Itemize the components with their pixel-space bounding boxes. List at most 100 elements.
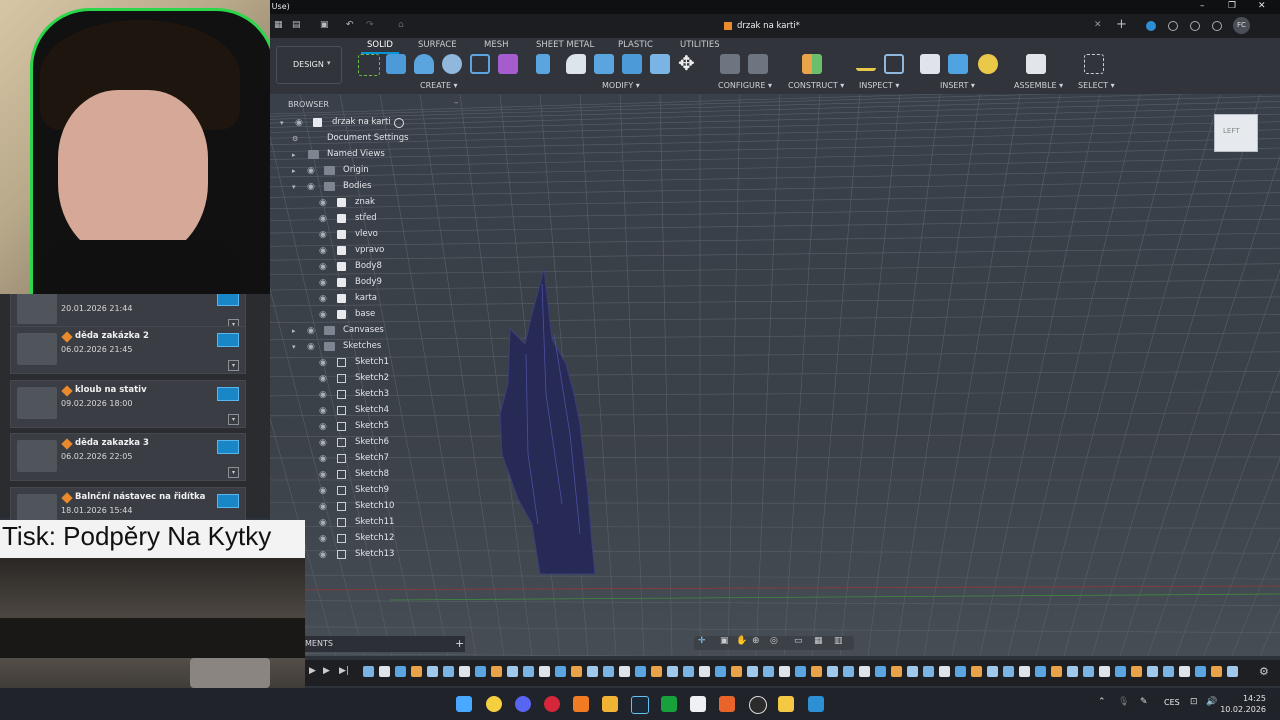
visibility-eye-icon[interactable]: ◉ xyxy=(319,375,330,384)
visibility-eye-icon[interactable]: ◉ xyxy=(319,311,330,320)
inspect-menu[interactable]: INSPECT ▾ xyxy=(859,81,899,90)
sketch-item[interactable]: Sketch1 xyxy=(355,354,389,370)
steam-icon[interactable] xyxy=(631,696,649,714)
pen-icon[interactable]: ✎ xyxy=(1140,697,1148,707)
timeline-feature[interactable] xyxy=(971,666,982,677)
timeline-feature[interactable] xyxy=(779,666,790,677)
minimize-button[interactable]: – xyxy=(1200,1,1205,11)
browser-item-canvases[interactable]: Canvases xyxy=(343,322,384,338)
save-icon[interactable]: ▣ xyxy=(320,20,329,30)
browser-item-sketches[interactable]: Sketches xyxy=(343,338,381,354)
timeline-feature[interactable] xyxy=(843,666,854,677)
language-indicator[interactable]: CES xyxy=(1164,698,1180,707)
visibility-eye-icon[interactable]: ◉ xyxy=(319,279,330,288)
chevron-down-icon[interactable]: ▾ xyxy=(228,360,239,371)
extensions-icon[interactable] xyxy=(1146,21,1156,31)
visibility-eye-icon[interactable]: ◉ xyxy=(307,327,318,336)
system-clock[interactable]: 14:25 10.02.2026 xyxy=(1220,693,1266,715)
visibility-eye-icon[interactable]: ◉ xyxy=(319,407,330,416)
timeline-feature[interactable] xyxy=(635,666,646,677)
visibility-eye-icon[interactable]: ◉ xyxy=(319,439,330,448)
skip-end-icon[interactable]: ▶| xyxy=(339,666,349,676)
timeline-feature[interactable] xyxy=(1019,666,1030,677)
sketch-item[interactable]: Sketch11 xyxy=(355,514,394,530)
open-design-button[interactable] xyxy=(217,333,239,347)
display-settings-icon[interactable]: ▭ xyxy=(794,636,803,646)
timeline-feature[interactable] xyxy=(747,666,758,677)
timeline-feature[interactable] xyxy=(459,666,470,677)
timeline-feature[interactable] xyxy=(523,666,534,677)
browser-icon[interactable] xyxy=(808,696,824,712)
timeline-feature[interactable] xyxy=(443,666,454,677)
timeline-feature[interactable] xyxy=(827,666,838,677)
extrude-icon[interactable] xyxy=(386,54,406,74)
collapse-panel-icon[interactable]: – xyxy=(454,98,459,108)
job-status-icon[interactable] xyxy=(1168,21,1178,31)
timeline-feature[interactable] xyxy=(363,666,374,677)
create-menu[interactable]: CREATE ▾ xyxy=(420,81,458,90)
timeline-feature[interactable] xyxy=(1227,666,1238,677)
visibility-eye-icon[interactable]: ◉ xyxy=(307,343,318,352)
slicer-icon[interactable] xyxy=(602,696,618,712)
file-explorer-icon[interactable] xyxy=(778,696,794,712)
maximize-button[interactable]: ❐ xyxy=(1228,1,1236,11)
open-design-button[interactable] xyxy=(217,440,239,454)
timeline-feature[interactable] xyxy=(1131,666,1142,677)
viewports-icon[interactable]: ▥ xyxy=(834,636,843,646)
snapchat-icon[interactable] xyxy=(486,696,502,712)
chevron-right-icon[interactable]: ▸ xyxy=(292,167,296,175)
help-icon[interactable] xyxy=(1212,21,1222,31)
offset-plane-icon[interactable] xyxy=(802,54,822,74)
obs-icon[interactable] xyxy=(749,696,767,714)
select-menu[interactable]: SELECT ▾ xyxy=(1078,81,1115,90)
timeline-feature[interactable] xyxy=(1163,666,1174,677)
timeline-feature[interactable] xyxy=(891,666,902,677)
close-button[interactable]: ✕ xyxy=(1258,1,1266,11)
timeline-feature[interactable] xyxy=(811,666,822,677)
visibility-eye-icon[interactable]: ◉ xyxy=(319,263,330,272)
spreadsheet-icon[interactable] xyxy=(661,696,677,712)
timeline-feature[interactable] xyxy=(1115,666,1126,677)
visibility-eye-icon[interactable]: ◉ xyxy=(319,231,330,240)
body-item[interactable]: znak xyxy=(355,194,375,210)
pan-icon[interactable]: ✋ xyxy=(736,636,747,646)
open-design-button[interactable] xyxy=(217,494,239,508)
step-forward-icon[interactable]: ▶ xyxy=(323,666,330,676)
timeline-feature[interactable] xyxy=(651,666,662,677)
tab-solid[interactable]: SOLID xyxy=(361,40,399,54)
browser-root[interactable]: drzak na karti xyxy=(332,114,391,130)
visibility-eye-icon[interactable]: ◉ xyxy=(319,535,330,544)
timeline-feature[interactable] xyxy=(491,666,502,677)
grid-menu-icon[interactable]: ▦ xyxy=(274,20,283,30)
project-card[interactable]: kloub na stativ 09.02.2026 18:00 ▾ xyxy=(10,380,246,428)
timeline-feature[interactable] xyxy=(1035,666,1046,677)
timeline-feature[interactable] xyxy=(763,666,774,677)
modify-menu[interactable]: MODIFY ▾ xyxy=(602,81,640,90)
visibility-eye-icon[interactable]: ◉ xyxy=(319,359,330,368)
chevron-up-icon[interactable]: ⌃ xyxy=(1098,697,1106,707)
orbit-icon[interactable]: ✛ xyxy=(698,636,706,646)
chamfer-icon[interactable] xyxy=(594,54,614,74)
body-item[interactable]: Body8 xyxy=(355,258,382,274)
tab-plastic[interactable]: PLASTIC xyxy=(618,40,653,50)
visibility-eye-icon[interactable]: ◉ xyxy=(307,167,318,176)
timeline-feature[interactable] xyxy=(475,666,486,677)
fillet-icon[interactable] xyxy=(566,54,586,74)
body-item[interactable]: střed xyxy=(355,210,377,226)
sketch-item[interactable]: Sketch10 xyxy=(355,498,394,514)
insert-canvas-icon[interactable] xyxy=(948,54,968,74)
sketch-item[interactable]: Sketch12 xyxy=(355,530,394,546)
notifications-icon[interactable] xyxy=(1190,21,1200,31)
timeline-feature[interactable] xyxy=(683,666,694,677)
discord-icon[interactable] xyxy=(515,696,531,712)
document-tab-title[interactable]: drzak na karti* xyxy=(737,21,800,31)
volume-icon[interactable]: 🔊 xyxy=(1206,697,1217,707)
tab-utilities[interactable]: UTILITIES xyxy=(680,40,720,50)
visibility-eye-icon[interactable]: ◉ xyxy=(319,455,330,464)
hole-icon[interactable] xyxy=(442,54,462,74)
tab-mesh[interactable]: MESH xyxy=(484,40,509,50)
body-item[interactable]: vpravo xyxy=(355,242,384,258)
opera-icon[interactable] xyxy=(544,696,560,712)
grid-settings-icon[interactable]: ▦ xyxy=(814,636,823,646)
body-item[interactable]: karta xyxy=(355,290,377,306)
